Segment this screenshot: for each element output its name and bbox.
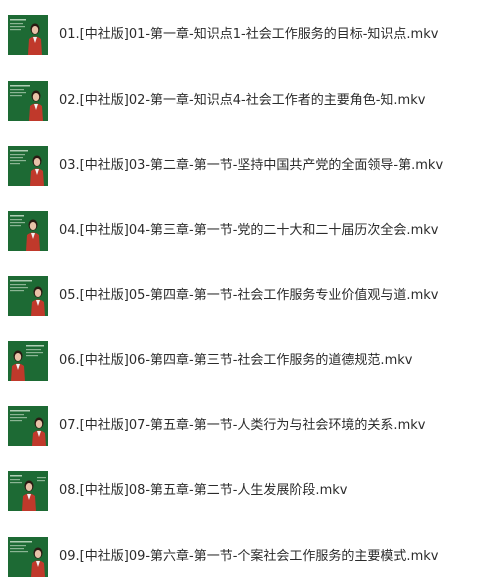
file-name: 07.[中社版]07-第五章-第一节-人类行为与社会环境的关系.mkv bbox=[59, 418, 426, 433]
file-item[interactable]: 05.[中社版]05-第四章-第一节-社会工作服务专业价值观与道.mkv bbox=[0, 276, 490, 320]
file-name: 06.[中社版]06-第四章-第三节-社会工作服务的道德规范.mkv bbox=[59, 353, 413, 368]
file-item[interactable]: 02.[中社版]02-第一章-知识点4-社会工作者的主要角色-知.mkv bbox=[0, 81, 490, 125]
file-name: 05.[中社版]05-第四章-第一节-社会工作服务专业价值观与道.mkv bbox=[59, 288, 439, 303]
file-item[interactable]: 07.[中社版]07-第五章-第一节-人类行为与社会环境的关系.mkv bbox=[0, 406, 490, 450]
video-thumbnail-icon bbox=[8, 406, 48, 446]
video-thumbnail-icon bbox=[8, 15, 48, 55]
video-thumbnail-icon bbox=[8, 276, 48, 316]
video-thumbnail-icon bbox=[8, 146, 48, 186]
file-item[interactable]: 01.[中社版]01-第一章-知识点1-社会工作服务的目标-知识点.mkv bbox=[0, 15, 490, 59]
file-name: 02.[中社版]02-第一章-知识点4-社会工作者的主要角色-知.mkv bbox=[59, 93, 426, 108]
file-name: 04.[中社版]04-第三章-第一节-党的二十大和二十届历次全会.mkv bbox=[59, 223, 439, 238]
video-thumbnail-icon bbox=[8, 537, 48, 577]
file-name: 01.[中社版]01-第一章-知识点1-社会工作服务的目标-知识点.mkv bbox=[59, 27, 439, 42]
video-file-list: 01.[中社版]01-第一章-知识点1-社会工作服务的目标-知识点.mkv 02… bbox=[0, 0, 490, 584]
file-item[interactable]: 09.[中社版]09-第六章-第一节-个案社会工作服务的主要模式.mkv bbox=[0, 537, 490, 581]
video-thumbnail-icon bbox=[8, 211, 48, 251]
video-thumbnail-icon bbox=[8, 471, 48, 511]
file-item[interactable]: 03.[中社版]03-第二章-第一节-坚持中国共产党的全面领导-第.mkv bbox=[0, 146, 490, 190]
file-item[interactable]: 08.[中社版]08-第五章-第二节-人生发展阶段.mkv bbox=[0, 471, 490, 515]
video-thumbnail-icon bbox=[8, 341, 48, 381]
file-name: 03.[中社版]03-第二章-第一节-坚持中国共产党的全面领导-第.mkv bbox=[59, 158, 444, 173]
file-name: 08.[中社版]08-第五章-第二节-人生发展阶段.mkv bbox=[59, 483, 348, 498]
file-item[interactable]: 06.[中社版]06-第四章-第三节-社会工作服务的道德规范.mkv bbox=[0, 341, 490, 385]
video-thumbnail-icon bbox=[8, 81, 48, 121]
file-name: 09.[中社版]09-第六章-第一节-个案社会工作服务的主要模式.mkv bbox=[59, 549, 439, 564]
file-item[interactable]: 04.[中社版]04-第三章-第一节-党的二十大和二十届历次全会.mkv bbox=[0, 211, 490, 255]
